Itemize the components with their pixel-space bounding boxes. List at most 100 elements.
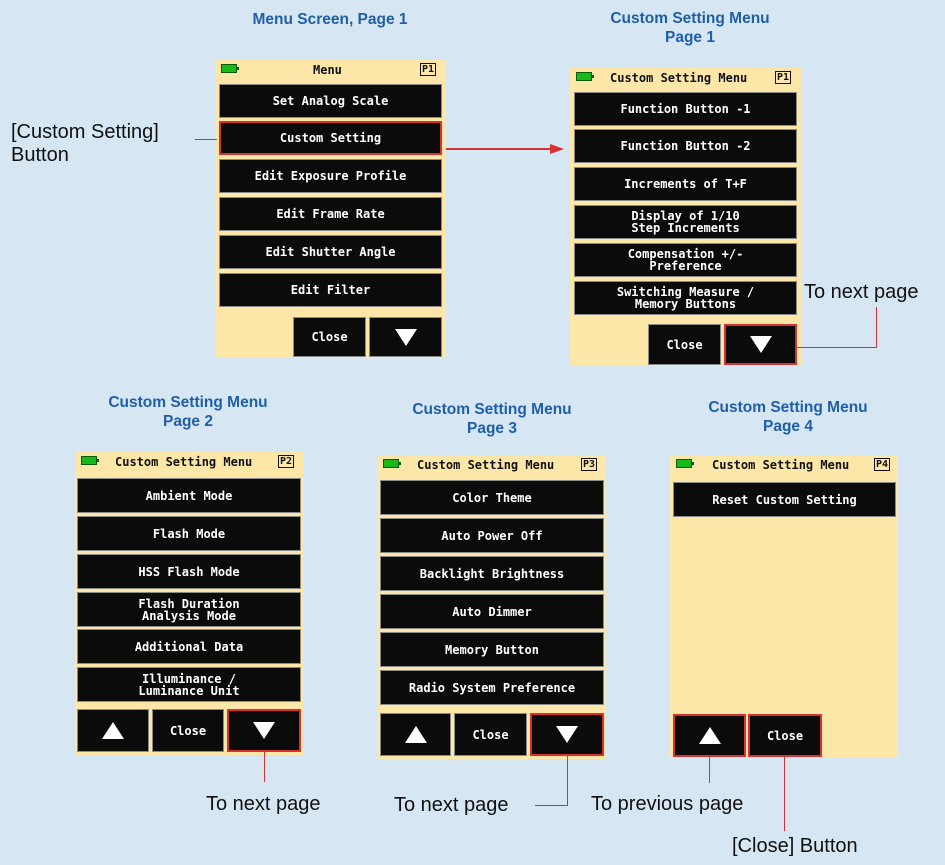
- color-theme-item[interactable]: Color Theme: [380, 480, 604, 515]
- status-bar: Menu P1: [215, 60, 446, 82]
- menu-item-set-analog-scale[interactable]: Set Analog Scale: [219, 84, 442, 118]
- cs-page1-title: Custom Setting Menu Page 1: [540, 9, 840, 47]
- function-button-2-item[interactable]: Function Button -2: [574, 129, 797, 163]
- battery-icon: [576, 72, 594, 81]
- to-next-page-label-3: To next page: [394, 794, 509, 816]
- down-arrow-icon: [749, 336, 772, 353]
- cs-page1-title-line1: Custom Setting Menu: [610, 10, 770, 27]
- cs-page3-title-line1: Custom Setting Menu: [412, 401, 572, 418]
- next-page-callout-cs2: [264, 752, 265, 782]
- flash-mode-item[interactable]: Flash Mode: [77, 516, 301, 551]
- memory-button-item[interactable]: Memory Button: [380, 632, 604, 667]
- close-button-callout: [784, 757, 785, 831]
- down-arrow-icon: [556, 726, 578, 743]
- menu-screen: Menu P1 Set Analog Scale Custom Setting …: [215, 60, 446, 358]
- cs-page1-screen: Custom Setting Menu P1 Function Button -…: [570, 68, 801, 366]
- cs-page3-title: Custom Setting Menu Page 3: [342, 400, 642, 438]
- status-bar: Custom Setting Menu P1: [570, 68, 801, 90]
- next-page-button[interactable]: [227, 709, 301, 752]
- screen-title: Custom Setting Menu: [712, 458, 850, 472]
- to-next-page-label-1: To next page: [804, 281, 919, 303]
- cs-page1-title-line2: Page 1: [665, 29, 715, 46]
- battery-icon: [383, 459, 401, 468]
- down-arrow-icon: [394, 328, 417, 346]
- to-next-page-label-2: To next page: [206, 793, 321, 815]
- next-page-button[interactable]: [724, 324, 797, 365]
- battery-icon: [676, 459, 694, 468]
- menu-item-edit-shutter-angle[interactable]: Edit Shutter Angle: [219, 235, 442, 269]
- close-button[interactable]: Close: [748, 714, 822, 757]
- reset-custom-setting-item[interactable]: Reset Custom Setting: [673, 482, 896, 517]
- custom-setting-button-label-line1: [Custom Setting]: [11, 121, 159, 143]
- cs-page3-screen: Custom Setting Menu P3 Color Theme Auto …: [377, 455, 606, 759]
- next-page-callout-h-cs3: [535, 805, 568, 806]
- menu-item-edit-exposure-profile[interactable]: Edit Exposure Profile: [219, 159, 442, 193]
- status-bar: Custom Setting Menu P3: [377, 455, 606, 477]
- flow-arrow-line: [446, 148, 552, 150]
- next-page-callout-h-cs1: [796, 347, 876, 348]
- custom-setting-button-label-line2: Button: [11, 144, 69, 166]
- close-button[interactable]: Close: [454, 713, 527, 756]
- next-page-button[interactable]: [369, 317, 442, 357]
- page-badge: P1: [420, 63, 437, 76]
- additional-data-item[interactable]: Additional Data: [77, 629, 301, 664]
- cs-page2-title-line2: Page 2: [163, 413, 213, 430]
- page-badge: P2: [278, 455, 295, 468]
- function-button-1-item[interactable]: Function Button -1: [574, 92, 797, 126]
- cs-page4-title-line1: Custom Setting Menu: [708, 399, 868, 416]
- flash-duration-analysis-item[interactable]: Flash Duration Analysis Mode: [77, 592, 301, 627]
- increments-tf-item[interactable]: Increments of T+F: [574, 167, 797, 201]
- up-arrow-icon: [698, 727, 721, 744]
- next-page-button[interactable]: [530, 713, 604, 756]
- previous-page-button[interactable]: [673, 714, 746, 757]
- radio-system-preference-item[interactable]: Radio System Preference: [380, 670, 604, 705]
- cs-page4-title: Custom Setting Menu Page 4: [638, 398, 938, 436]
- display-step-increments-item[interactable]: Display of 1/10 Step Increments: [574, 205, 797, 239]
- battery-icon: [81, 456, 99, 465]
- previous-page-button[interactable]: [77, 709, 149, 752]
- up-arrow-icon: [404, 726, 427, 743]
- page-badge: P1: [775, 71, 792, 84]
- hss-flash-mode-item[interactable]: HSS Flash Mode: [77, 554, 301, 589]
- down-arrow-icon: [253, 722, 275, 739]
- ambient-mode-item[interactable]: Ambient Mode: [77, 478, 301, 513]
- previous-page-button[interactable]: [380, 713, 451, 756]
- cs-page2-screen: Custom Setting Menu P2 Ambient Mode Flas…: [75, 452, 303, 755]
- cs-page4-title-line2: Page 4: [763, 418, 813, 435]
- compensation-preference-item[interactable]: Compensation +/- Preference: [574, 243, 797, 277]
- menu-item-custom-setting[interactable]: Custom Setting: [219, 121, 442, 155]
- up-arrow-icon: [102, 722, 124, 739]
- custom-setting-button-label: [Custom Setting] Button: [11, 121, 159, 167]
- screen-title: Custom Setting Menu: [610, 71, 748, 85]
- backlight-brightness-item[interactable]: Backlight Brightness: [380, 556, 604, 591]
- next-page-callout-v-cs1: [876, 307, 877, 348]
- close-button[interactable]: Close: [648, 324, 721, 365]
- auto-dimmer-item[interactable]: Auto Dimmer: [380, 594, 604, 629]
- close-button[interactable]: Close: [152, 709, 224, 752]
- menu-page1-title: Menu Screen, Page 1: [252, 11, 408, 28]
- custom-setting-callout-line: [195, 139, 217, 140]
- close-button-label: [Close] Button: [732, 835, 858, 857]
- flow-arrow-head: [550, 144, 564, 154]
- status-bar: Custom Setting Menu P2: [75, 452, 303, 474]
- to-previous-page-label: To previous page: [591, 793, 744, 815]
- next-page-callout-v-cs3: [567, 756, 568, 805]
- cs-page4-screen: Custom Setting Menu P4 Reset Custom Sett…: [670, 455, 898, 758]
- screen-title: Menu: [313, 63, 342, 77]
- cs-page2-title-line1: Custom Setting Menu: [108, 394, 268, 411]
- auto-power-off-item[interactable]: Auto Power Off: [380, 518, 604, 553]
- menu-item-edit-filter[interactable]: Edit Filter: [219, 273, 442, 307]
- switching-measure-memory-item[interactable]: Switching Measure / Memory Buttons: [574, 281, 797, 315]
- status-bar: Custom Setting Menu P4: [670, 455, 898, 477]
- cs-page2-title: Custom Setting Menu Page 2: [38, 393, 338, 431]
- screen-title: Custom Setting Menu: [115, 455, 253, 469]
- previous-page-callout: [709, 757, 710, 783]
- menu-item-edit-frame-rate[interactable]: Edit Frame Rate: [219, 197, 442, 231]
- page-badge: P3: [581, 458, 598, 471]
- screen-title: Custom Setting Menu: [417, 458, 555, 472]
- illuminance-luminance-item[interactable]: Illuminance / Luminance Unit: [77, 667, 301, 702]
- close-button[interactable]: Close: [293, 317, 366, 357]
- page-badge: P4: [874, 458, 891, 471]
- battery-icon: [221, 64, 239, 73]
- cs-page3-title-line2: Page 3: [467, 420, 517, 437]
